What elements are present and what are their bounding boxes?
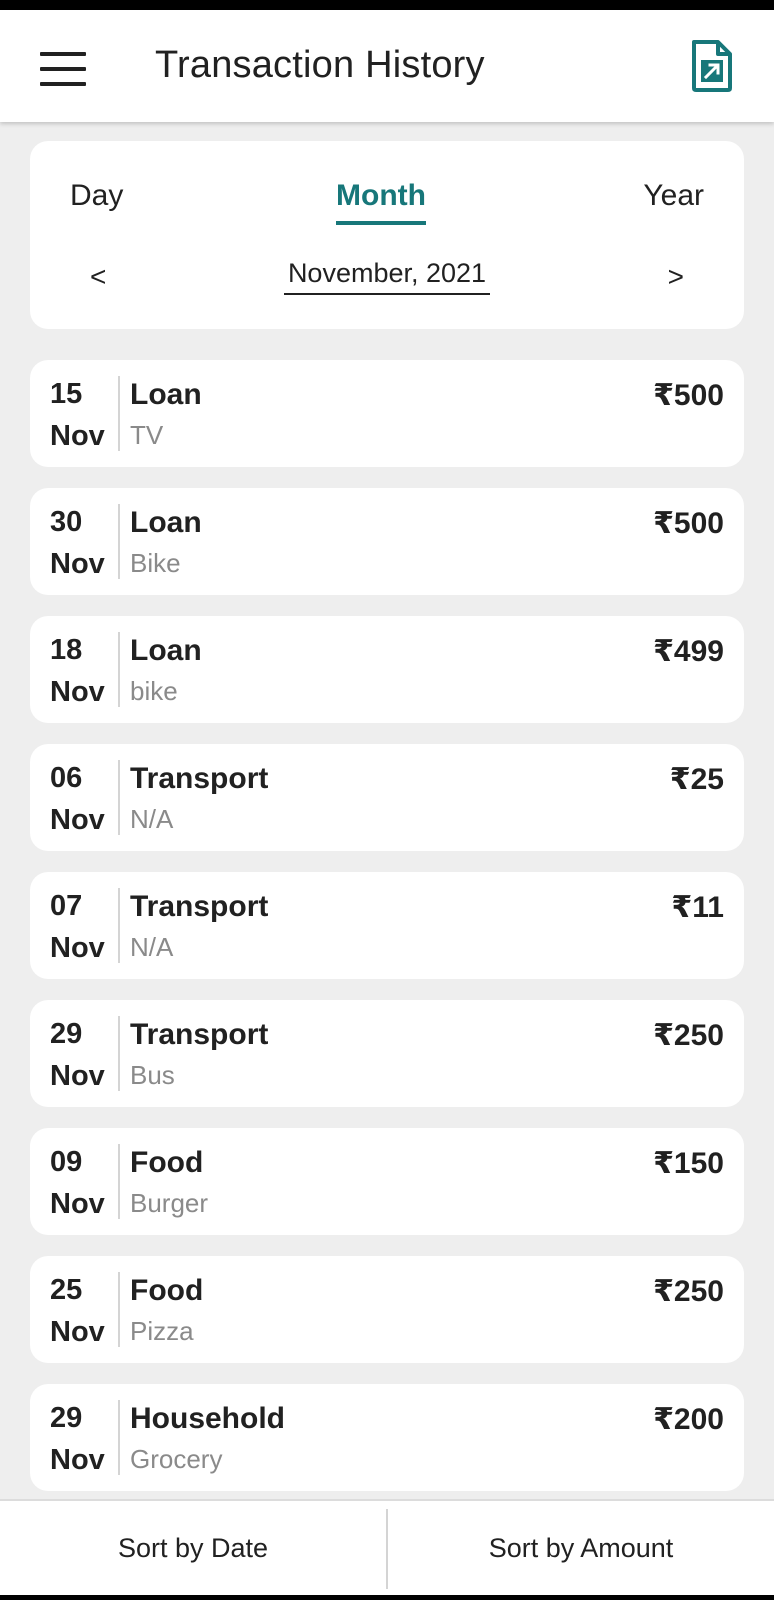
- divider: [118, 376, 120, 451]
- transaction-month: Nov: [50, 548, 105, 580]
- transaction-item[interactable]: 09 Nov Food Burger ₹150: [30, 1128, 744, 1235]
- page-title: Transaction History: [155, 44, 485, 86]
- divider: [118, 504, 120, 579]
- tab-year[interactable]: Year: [643, 179, 704, 213]
- transaction-note: Burger: [130, 1188, 209, 1218]
- selected-period[interactable]: November, 2021: [284, 258, 490, 295]
- transaction-amount: ₹250: [653, 1019, 724, 1052]
- transaction-amount: ₹499: [653, 635, 724, 668]
- transaction-category: Loan: [130, 378, 202, 411]
- transaction-month: Nov: [50, 932, 105, 964]
- transaction-day: 29: [50, 1018, 83, 1050]
- transaction-month: Nov: [50, 1444, 105, 1476]
- transaction-item[interactable]: 15 Nov Loan TV ₹500: [30, 360, 744, 467]
- transaction-month: Nov: [50, 1060, 105, 1092]
- next-period-button[interactable]: >: [668, 261, 684, 293]
- transaction-note: Bike: [130, 548, 181, 578]
- transaction-note: bike: [130, 676, 178, 706]
- transaction-amount: ₹200: [653, 1403, 724, 1436]
- transaction-day: 18: [50, 634, 83, 666]
- transaction-list: 15 Nov Loan TV ₹500 30 Nov Loan Bike ₹50…: [30, 360, 744, 1491]
- transaction-category: Loan: [130, 506, 202, 539]
- divider: [118, 760, 120, 835]
- transaction-day: 25: [50, 1274, 83, 1306]
- divider: [118, 632, 120, 707]
- sort-by-amount-button[interactable]: Sort by Amount: [388, 1501, 774, 1595]
- transaction-month: Nov: [50, 420, 105, 452]
- transaction-day: 29: [50, 1402, 83, 1434]
- transaction-month: Nov: [50, 1316, 105, 1348]
- transaction-amount: ₹150: [653, 1147, 724, 1180]
- transaction-item[interactable]: 25 Nov Food Pizza ₹250: [30, 1256, 744, 1363]
- transaction-note: TV: [130, 420, 164, 450]
- transaction-amount: ₹500: [653, 379, 724, 412]
- transaction-note: N/A: [130, 932, 174, 962]
- app-screen: Transaction History Day Month Year < Nov…: [0, 10, 774, 1595]
- transaction-category: Food: [130, 1274, 204, 1307]
- transaction-note: Pizza: [130, 1316, 194, 1346]
- transaction-amount: ₹25: [669, 763, 724, 796]
- transaction-category: Household: [130, 1402, 285, 1435]
- transaction-item[interactable]: 29 Nov Transport Bus ₹250: [30, 1000, 744, 1107]
- period-filter-card: Day Month Year < November, 2021 >: [30, 141, 744, 329]
- divider: [118, 1400, 120, 1475]
- transaction-category: Food: [130, 1146, 204, 1179]
- transaction-item[interactable]: 07 Nov Transport N/A ₹11: [30, 872, 744, 979]
- transaction-amount: ₹250: [653, 1275, 724, 1308]
- transaction-item[interactable]: 30 Nov Loan Bike ₹500: [30, 488, 744, 595]
- tab-day[interactable]: Day: [70, 179, 123, 213]
- file-export-icon[interactable]: [690, 40, 734, 92]
- divider: [118, 888, 120, 963]
- transaction-item[interactable]: 29 Nov Household Grocery ₹200: [30, 1384, 744, 1491]
- transaction-note: Grocery: [130, 1444, 223, 1474]
- transaction-note: N/A: [130, 804, 174, 834]
- transaction-month: Nov: [50, 804, 105, 836]
- transaction-day: 06: [50, 762, 83, 794]
- transaction-category: Transport: [130, 1018, 269, 1051]
- transaction-month: Nov: [50, 1188, 105, 1220]
- app-bar: Transaction History: [0, 10, 774, 122]
- transaction-day: 09: [50, 1146, 83, 1178]
- transaction-item[interactable]: 06 Nov Transport N/A ₹25: [30, 744, 744, 851]
- transaction-day: 15: [50, 378, 83, 410]
- transaction-item[interactable]: 18 Nov Loan bike ₹499: [30, 616, 744, 723]
- transaction-day: 30: [50, 506, 83, 538]
- divider: [118, 1144, 120, 1219]
- divider: [118, 1272, 120, 1347]
- transaction-amount: ₹11: [671, 891, 724, 924]
- transaction-day: 07: [50, 890, 83, 922]
- transaction-note: Bus: [130, 1060, 175, 1090]
- transaction-category: Transport: [130, 890, 269, 923]
- hamburger-menu-icon[interactable]: [40, 52, 86, 86]
- transaction-month: Nov: [50, 676, 105, 708]
- divider: [118, 1016, 120, 1091]
- previous-period-button[interactable]: <: [90, 261, 106, 293]
- transaction-amount: ₹500: [653, 507, 724, 540]
- transaction-category: Transport: [130, 762, 269, 795]
- transaction-category: Loan: [130, 634, 202, 667]
- sort-bar: Sort by Date Sort by Amount: [0, 1499, 774, 1595]
- sort-by-date-button[interactable]: Sort by Date: [0, 1501, 386, 1595]
- tab-month[interactable]: Month: [336, 179, 426, 225]
